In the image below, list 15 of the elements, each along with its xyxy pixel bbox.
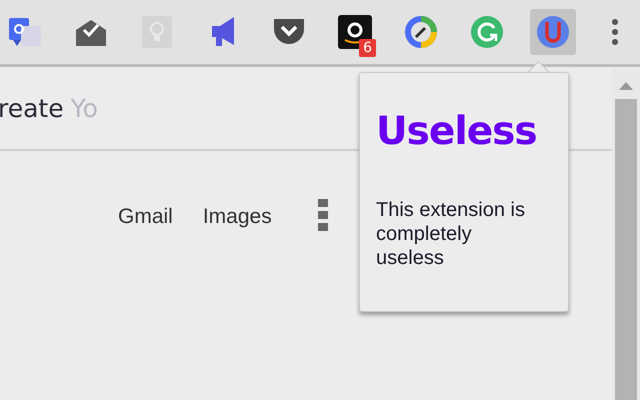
- more-icon: [611, 18, 619, 46]
- count-badge: 6: [359, 39, 376, 57]
- refresh-circle-icon: [470, 15, 504, 49]
- pocket-icon: [272, 17, 306, 47]
- popup-heading: Useless: [376, 109, 538, 154]
- scroll-up-icon: [619, 81, 633, 91]
- nav-link[interactable]: Images: [202, 205, 272, 229]
- nav-link[interactable]: Gmail: [118, 205, 173, 229]
- scrollbar[interactable]: [612, 69, 640, 400]
- megaphone-icon: [210, 16, 236, 48]
- pencil-circle-icon: [404, 15, 438, 49]
- scroll-thumb[interactable]: [615, 99, 637, 400]
- popup-text: This extension is completely useless: [376, 198, 526, 270]
- u-circle-icon: [536, 15, 570, 49]
- extension-button[interactable]: 6: [332, 9, 378, 55]
